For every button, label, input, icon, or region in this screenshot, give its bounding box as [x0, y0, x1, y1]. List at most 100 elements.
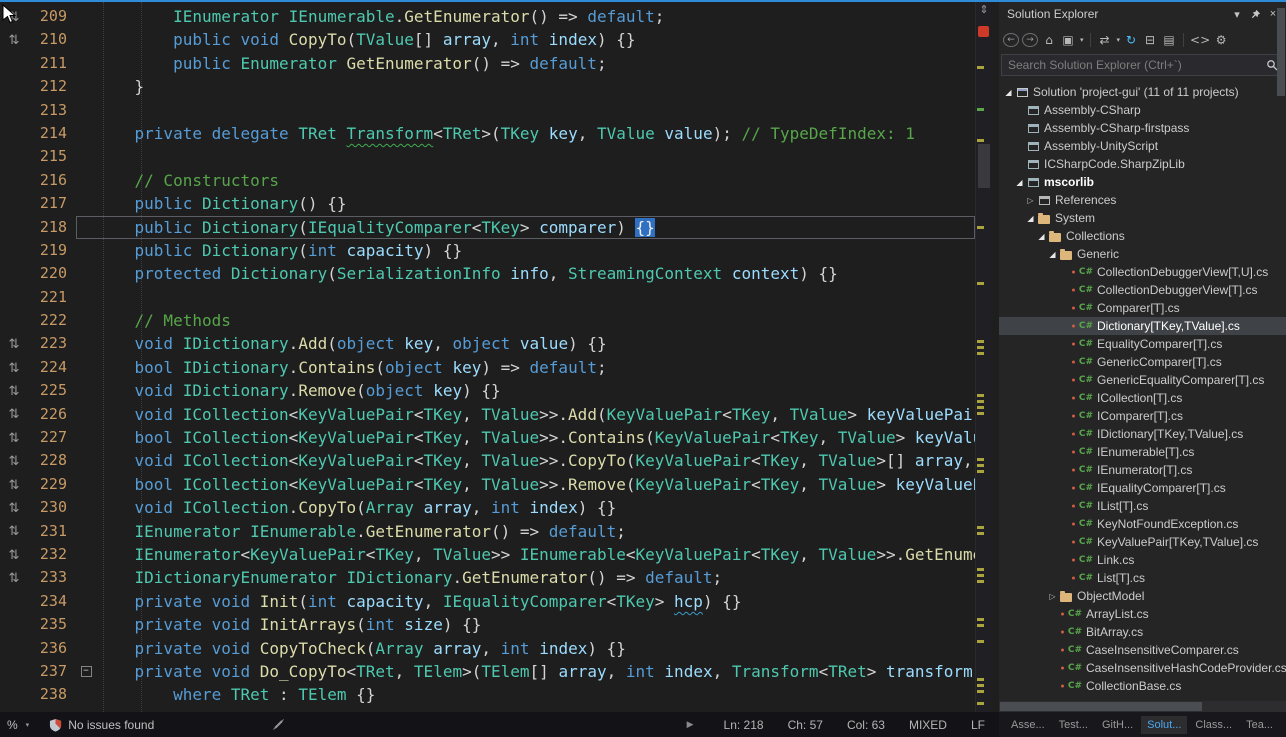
code-line[interactable]: ⇅209 IEnumerator IEnumerable.GetEnumerat…: [0, 5, 975, 28]
window-position-icon[interactable]: ▾: [1228, 5, 1246, 23]
expander-expanded-icon[interactable]: ◢: [1036, 232, 1047, 241]
tree-item[interactable]: Assembly-CSharp: [999, 101, 1286, 119]
tree-item[interactable]: ●C#CaseInsensitiveComparer.cs: [999, 641, 1286, 659]
properties-icon[interactable]: ⚙: [1213, 31, 1229, 49]
tree-item[interactable]: ●C#IComparer[T].cs: [999, 407, 1286, 425]
tree-item[interactable]: ●C#List[T].cs: [999, 569, 1286, 587]
view-code-icon[interactable]: <>: [1190, 31, 1210, 49]
expander-expanded-icon[interactable]: ◢: [1047, 250, 1058, 259]
code-line[interactable]: 237− private void Do_CopyTo<TRet, TElem>…: [0, 660, 975, 683]
reference-arrows-icon[interactable]: ⇅: [9, 454, 20, 469]
code-line[interactable]: ⇅210 public void CopyTo(TValue[] array, …: [0, 28, 975, 51]
fold-collapse-icon[interactable]: −: [81, 666, 92, 677]
tree-item[interactable]: ●C#CaseInsensitiveHashCodeProvider.cs: [999, 659, 1286, 677]
code-line[interactable]: 218 public Dictionary(IEqualityComparer<…: [0, 216, 975, 239]
reference-arrows-icon[interactable]: ⇅: [9, 33, 20, 48]
tree-item[interactable]: ●C#IEqualityComparer[T].cs: [999, 479, 1286, 497]
code-line[interactable]: ⇅229 bool ICollection<KeyValuePair<TKey,…: [0, 473, 975, 496]
expander-collapsed-icon[interactable]: ▷: [1047, 592, 1058, 601]
tree-item[interactable]: ●C#Dictionary[TKey,TValue].cs: [999, 317, 1286, 335]
tree-item[interactable]: ●C#KeyValuePair[TKey,TValue].cs: [999, 533, 1286, 551]
tree-item[interactable]: ●C#GenericEqualityComparer[T].cs: [999, 371, 1286, 389]
reference-arrows-icon[interactable]: ⇅: [9, 524, 20, 539]
code-line[interactable]: 217 public Dictionary() {}: [0, 192, 975, 215]
tree-item[interactable]: ▷ObjectModel: [999, 587, 1286, 605]
code-line[interactable]: 219 public Dictionary(int capacity) {}: [0, 239, 975, 262]
switch-views-icon[interactable]: ▣: [1060, 31, 1076, 49]
code-editor[interactable]: ⇅209 IEnumerator IEnumerable.GetEnumerat…: [0, 2, 991, 712]
chevron-down-icon[interactable]: ▾: [1117, 36, 1121, 44]
code-line[interactable]: 215: [0, 145, 975, 168]
code-line[interactable]: 213: [0, 99, 975, 122]
code-line[interactable]: 212 }: [0, 75, 975, 98]
expander-expanded-icon[interactable]: ◢: [1025, 214, 1036, 223]
code-line[interactable]: ⇅224 bool IDictionary.Contains(object ke…: [0, 356, 975, 379]
tree-item[interactable]: ●C#IList[T].cs: [999, 497, 1286, 515]
tree-item[interactable]: ●C#EqualityComparer[T].cs: [999, 335, 1286, 353]
scrollbar-thumb[interactable]: [1000, 702, 1202, 711]
code-line[interactable]: ⇅231 IEnumerator IEnumerable.GetEnumerat…: [0, 520, 975, 543]
tree-item[interactable]: ●C#IDictionary[TKey,TValue].cs: [999, 425, 1286, 443]
code-line[interactable]: 211 public Enumerator GetEnumerator() =>…: [0, 52, 975, 75]
code-line[interactable]: 216 // Constructors: [0, 169, 975, 192]
tree-item[interactable]: ◢Solution 'project-gui' (11 of 11 projec…: [999, 83, 1286, 101]
pin-icon[interactable]: [1246, 5, 1264, 23]
tree-item[interactable]: ICSharpCode.SharpZipLib: [999, 155, 1286, 173]
tree-item[interactable]: ●C#IEnumerable[T].cs: [999, 443, 1286, 461]
code-line[interactable]: ⇅223 void IDictionary.Add(object key, ob…: [0, 332, 975, 355]
back-icon[interactable]: ←: [1003, 33, 1019, 47]
chevron-down-icon[interactable]: ▾: [26, 721, 30, 729]
tree-item[interactable]: Assembly-UnityScript: [999, 137, 1286, 155]
code-line[interactable]: ⇅226 void ICollection<KeyValuePair<TKey,…: [0, 403, 975, 426]
code-line[interactable]: 234 private void Init(int capacity, IEqu…: [0, 590, 975, 613]
code-line[interactable]: 222 // Methods: [0, 309, 975, 332]
tree-item[interactable]: ●C#KeyNotFoundException.cs: [999, 515, 1286, 533]
tool-window-tab[interactable]: Tea...: [1240, 716, 1279, 734]
tree-item[interactable]: ◢System: [999, 209, 1286, 227]
tool-window-tab[interactable]: Test...: [1053, 716, 1094, 734]
reference-arrows-icon[interactable]: ⇅: [9, 501, 20, 516]
tree-item[interactable]: Assembly-CSharp-firstpass: [999, 119, 1286, 137]
code-line[interactable]: ⇅225 void IDictionary.Remove(object key)…: [0, 379, 975, 402]
code-line[interactable]: 235 private void InitArrays(int size) {}: [0, 613, 975, 636]
reference-arrows-icon[interactable]: ⇅: [9, 571, 20, 586]
show-all-files-icon[interactable]: ▤: [1161, 31, 1177, 49]
zoom-control[interactable]: %: [7, 718, 18, 732]
tree-item[interactable]: ●C#CollectionDebuggerView[T,U].cs: [999, 263, 1286, 281]
reference-arrows-icon[interactable]: ⇅: [9, 384, 20, 399]
reference-arrows-icon[interactable]: ⇅: [9, 478, 20, 493]
tool-window-tab[interactable]: GitH...: [1096, 716, 1139, 734]
forward-icon[interactable]: →: [1022, 33, 1038, 47]
tree-item[interactable]: ●C#IEnumerator[T].cs: [999, 461, 1286, 479]
reference-arrows-icon[interactable]: ⇅: [9, 431, 20, 446]
tree-horizontal-scrollbar[interactable]: [999, 701, 1286, 712]
tool-window-tab[interactable]: Class...: [1189, 716, 1238, 734]
editor-vertical-scrollbar[interactable]: ⇕: [975, 2, 991, 712]
search-input[interactable]: [1002, 58, 1261, 72]
code-line[interactable]: ⇅233 IDictionaryEnumerator IDictionary.G…: [0, 566, 975, 589]
code-line[interactable]: 220 protected Dictionary(SerializationIn…: [0, 262, 975, 285]
tree-item[interactable]: ●C#GenericComparer[T].cs: [999, 353, 1286, 371]
tree-item[interactable]: ●C#ArrayList.cs: [999, 605, 1286, 623]
scrollbar-thumb[interactable]: [978, 144, 990, 188]
splitter-grip-icon[interactable]: ⇕: [976, 3, 991, 16]
code-line[interactable]: ⇅232 IEnumerator<KeyValuePair<TKey, TVal…: [0, 543, 975, 566]
tree-item[interactable]: ◢Collections: [999, 227, 1286, 245]
tree-item[interactable]: ◢mscorlib: [999, 173, 1286, 191]
home-icon[interactable]: ⌂: [1041, 31, 1057, 49]
sync-active-document-icon[interactable]: ⇄: [1097, 31, 1113, 49]
code-line[interactable]: 236 private void CopyToCheck(Array array…: [0, 637, 975, 660]
tree-item[interactable]: ●C#CollectionBase.cs: [999, 677, 1286, 695]
tool-window-tab[interactable]: Solut...: [1141, 716, 1187, 734]
tree-item[interactable]: ●C#ICollection[T].cs: [999, 389, 1286, 407]
tree-item[interactable]: ●C#CollectionDebuggerView[T].cs: [999, 281, 1286, 299]
tree-item[interactable]: ◢Generic: [999, 245, 1286, 263]
code-line[interactable]: 221: [0, 286, 975, 309]
code-line[interactable]: ⇅227 bool ICollection<KeyValuePair<TKey,…: [0, 426, 975, 449]
reference-arrows-icon[interactable]: ⇅: [9, 361, 20, 376]
tree-vertical-scrollbar[interactable]: [1277, 8, 1285, 96]
refresh-icon[interactable]: ↻: [1123, 31, 1139, 49]
code-line[interactable]: 214 private delegate TRet Transform<TRet…: [0, 122, 975, 145]
code-line[interactable]: 238 where TRet : TElem {}: [0, 683, 975, 706]
tool-window-tab[interactable]: Asse...: [1005, 716, 1051, 734]
